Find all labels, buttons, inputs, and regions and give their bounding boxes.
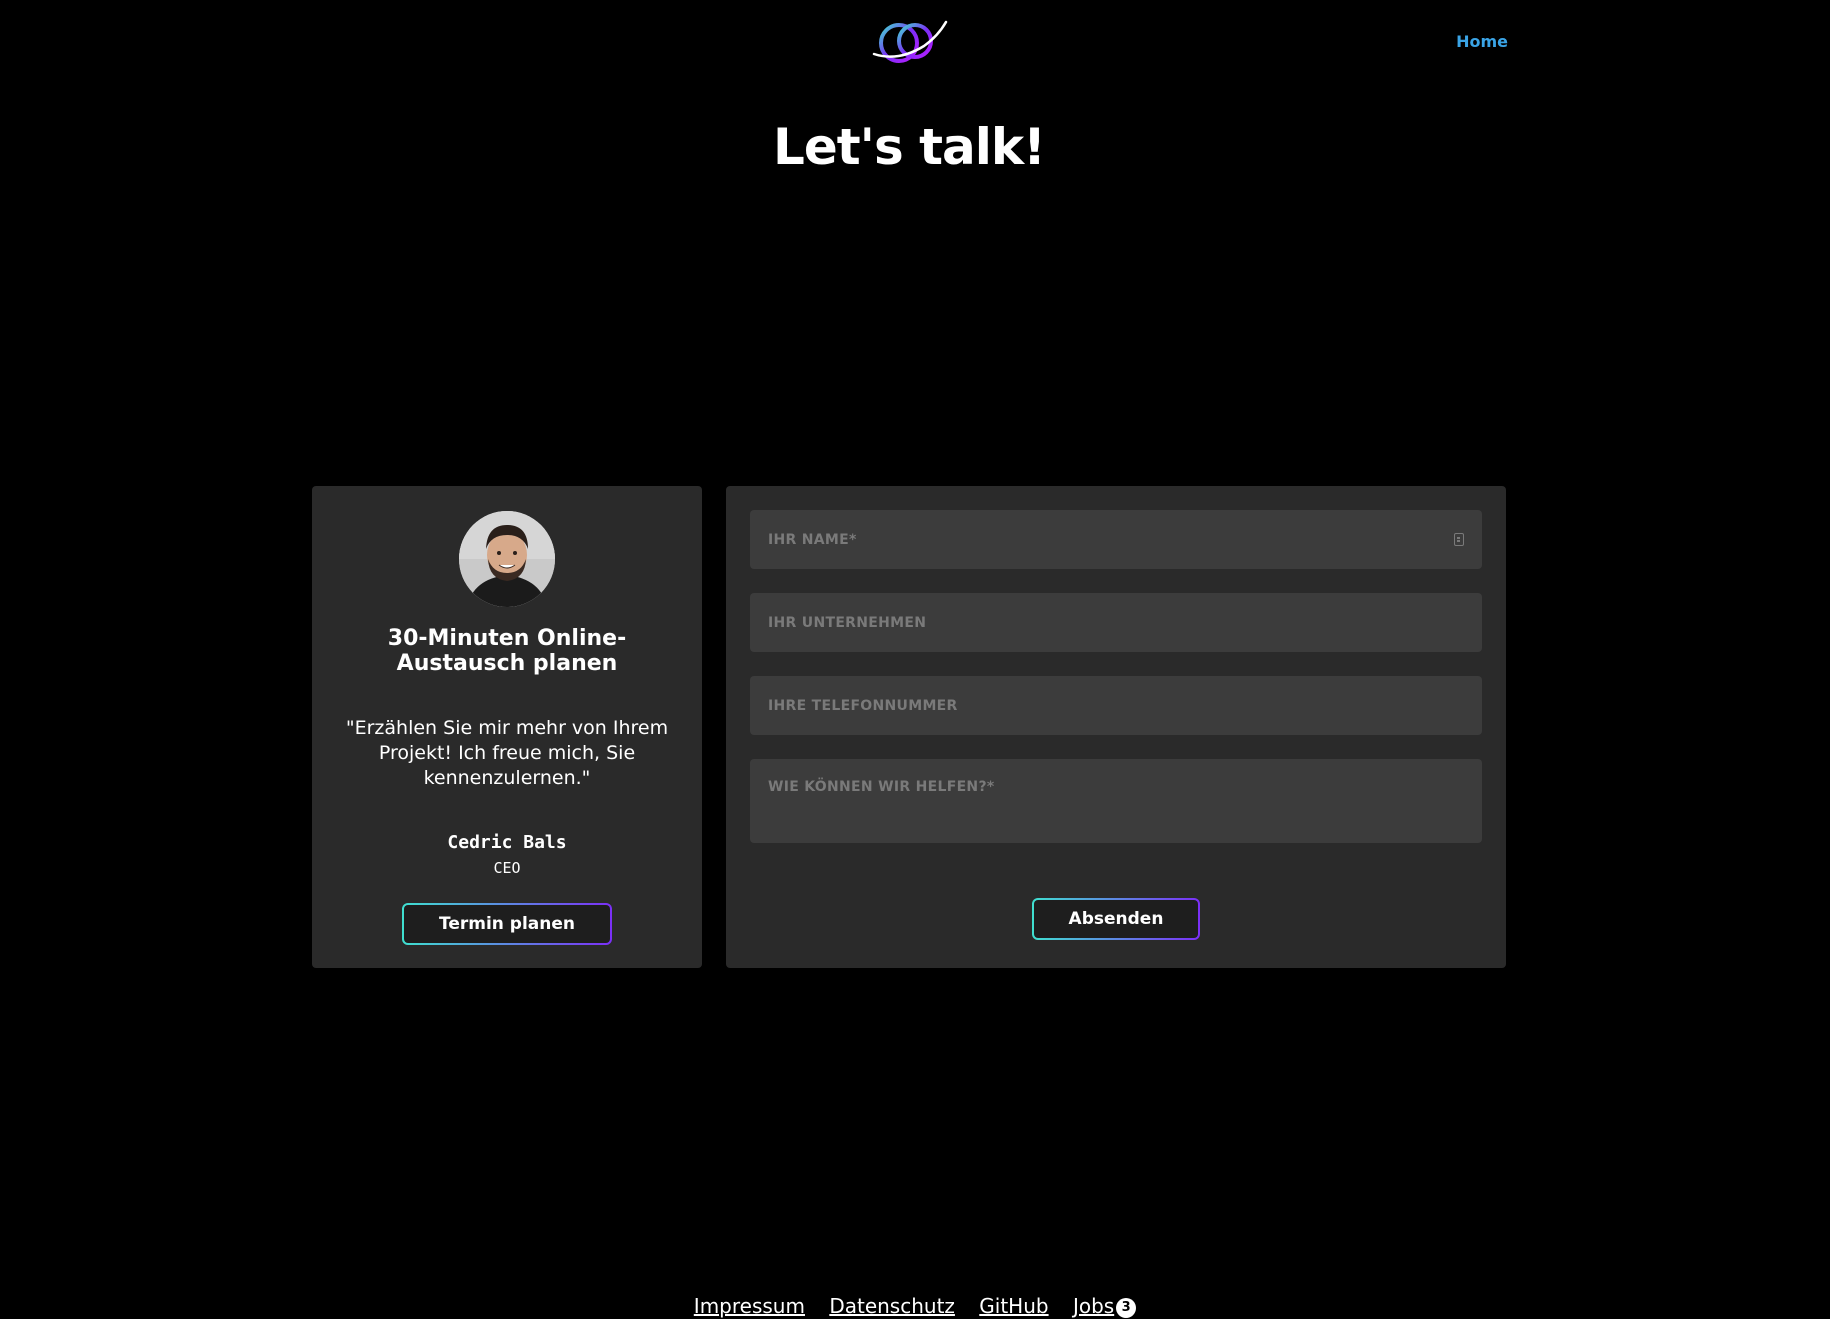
footer-link-jobs[interactable]: Jobs 3 [1072,1294,1137,1318]
schedule-appointment-label: Termin planen [404,905,610,943]
contact-form: IHR NAME* IHR UNTERNEHMEN IHRE TELEFONNU… [726,486,1506,968]
footer-link-impressum[interactable]: Impressum [694,1294,805,1318]
submit-label: Absenden [1034,900,1198,938]
message-field[interactable]: WIE KÖNNEN WIR HELFEN?* [750,759,1482,843]
quote-text: "Erzählen Sie mir mehr von Ihrem Projekt… [345,717,669,789]
schedule-appointment-button[interactable]: Termin planen [402,903,612,945]
card-title: 30-Minuten Online-Austausch planen [387,626,627,676]
jobs-label: Jobs [1072,1294,1115,1318]
person-photo-icon [459,511,555,607]
phone-field[interactable]: IHRE TELEFONNUMMER [750,676,1482,735]
jobs-count-badge: 3 [1116,1297,1137,1318]
footer-link-github[interactable]: GitHub [979,1294,1048,1318]
footer-link-datenschutz[interactable]: Datenschutz [829,1294,955,1318]
name-placeholder: IHR NAME* [768,531,857,548]
phone-placeholder: IHRE TELEFONNUMMER [768,697,958,714]
avatar [459,511,555,607]
site-header: Home [0,0,1830,90]
page-title: Let's talk! [773,118,1046,176]
name-field[interactable]: IHR NAME* [750,510,1482,569]
submit-button[interactable]: Absenden [1032,898,1200,940]
contact-card: 30-Minuten Online-Austausch planen "Erzä… [312,486,702,968]
site-footer: Impressum Datenschutz GitHub Jobs 3 [0,1294,1830,1318]
person-role: CEO [493,859,521,877]
message-placeholder: WIE KÖNNEN WIR HELFEN?* [768,779,995,795]
contact-card-icon[interactable] [1454,533,1464,546]
nav-home-link[interactable]: Home [1440,32,1508,51]
company-field[interactable]: IHR UNTERNEHMEN [750,593,1482,652]
company-placeholder: IHR UNTERNEHMEN [768,614,927,631]
logo-link[interactable] [868,16,950,68]
logo-icon [872,20,948,63]
person-name: Cedric Bals [447,832,567,853]
